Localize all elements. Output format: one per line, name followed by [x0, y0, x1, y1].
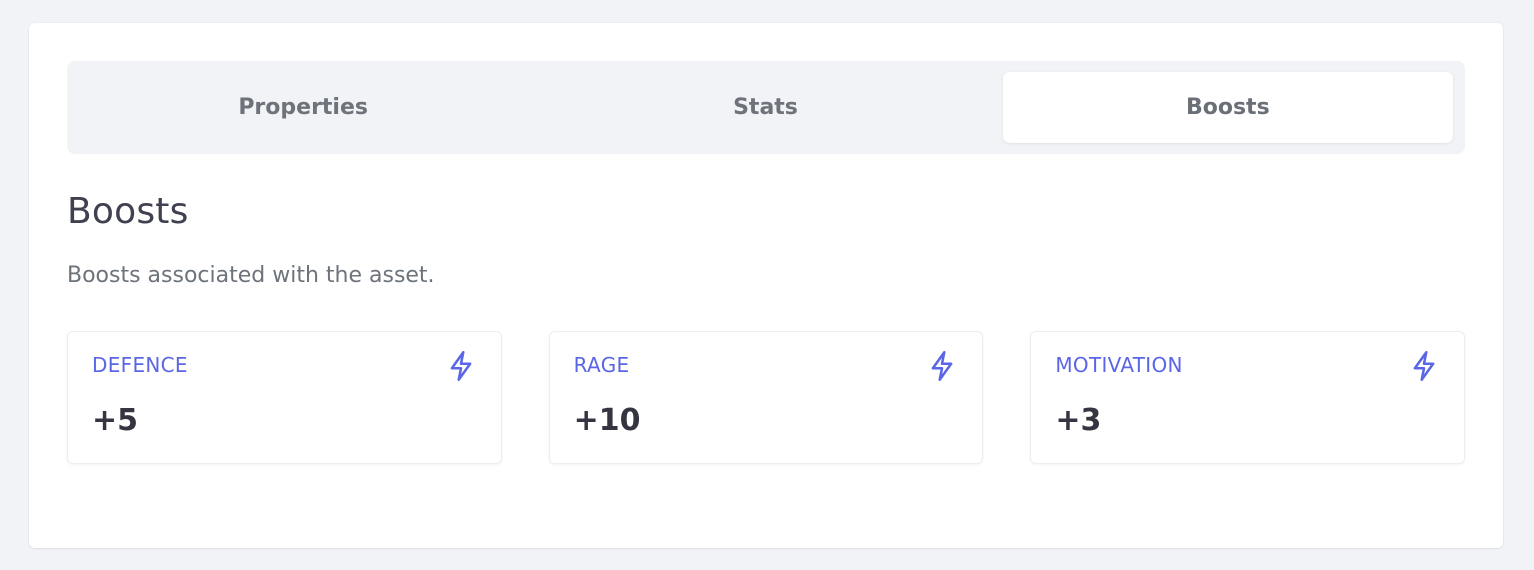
- boost-card-defence: DEFENCE +5: [67, 331, 502, 464]
- boost-card-motivation: MOTIVATION +3: [1030, 331, 1466, 464]
- boost-name: DEFENCE: [92, 353, 188, 377]
- boost-value: +5: [92, 403, 139, 438]
- tab-boosts[interactable]: Boosts: [1002, 72, 1453, 143]
- boosts-list: DEFENCE +5 RAGE +10 MOTIVATION +3: [67, 331, 1466, 464]
- section-description: Boosts associated with the asset.: [67, 263, 435, 288]
- tab-bar: Properties Stats Boosts: [67, 61, 1465, 154]
- boost-name: MOTIVATION: [1055, 353, 1183, 377]
- section-title: Boosts: [67, 191, 189, 232]
- tab-properties[interactable]: Properties: [78, 72, 528, 143]
- lightning-bolt-icon: [1410, 350, 1438, 382]
- tab-stats[interactable]: Stats: [540, 72, 990, 143]
- boost-card-rage: RAGE +10: [548, 331, 984, 464]
- lightning-bolt-icon: [928, 350, 956, 382]
- boost-value: +10: [573, 403, 641, 438]
- lightning-bolt-icon: [447, 350, 475, 382]
- boost-value: +3: [1055, 403, 1102, 438]
- asset-boosts-panel: Properties Stats Boosts Boosts Boosts as…: [29, 23, 1503, 548]
- boost-name: RAGE: [573, 353, 630, 377]
